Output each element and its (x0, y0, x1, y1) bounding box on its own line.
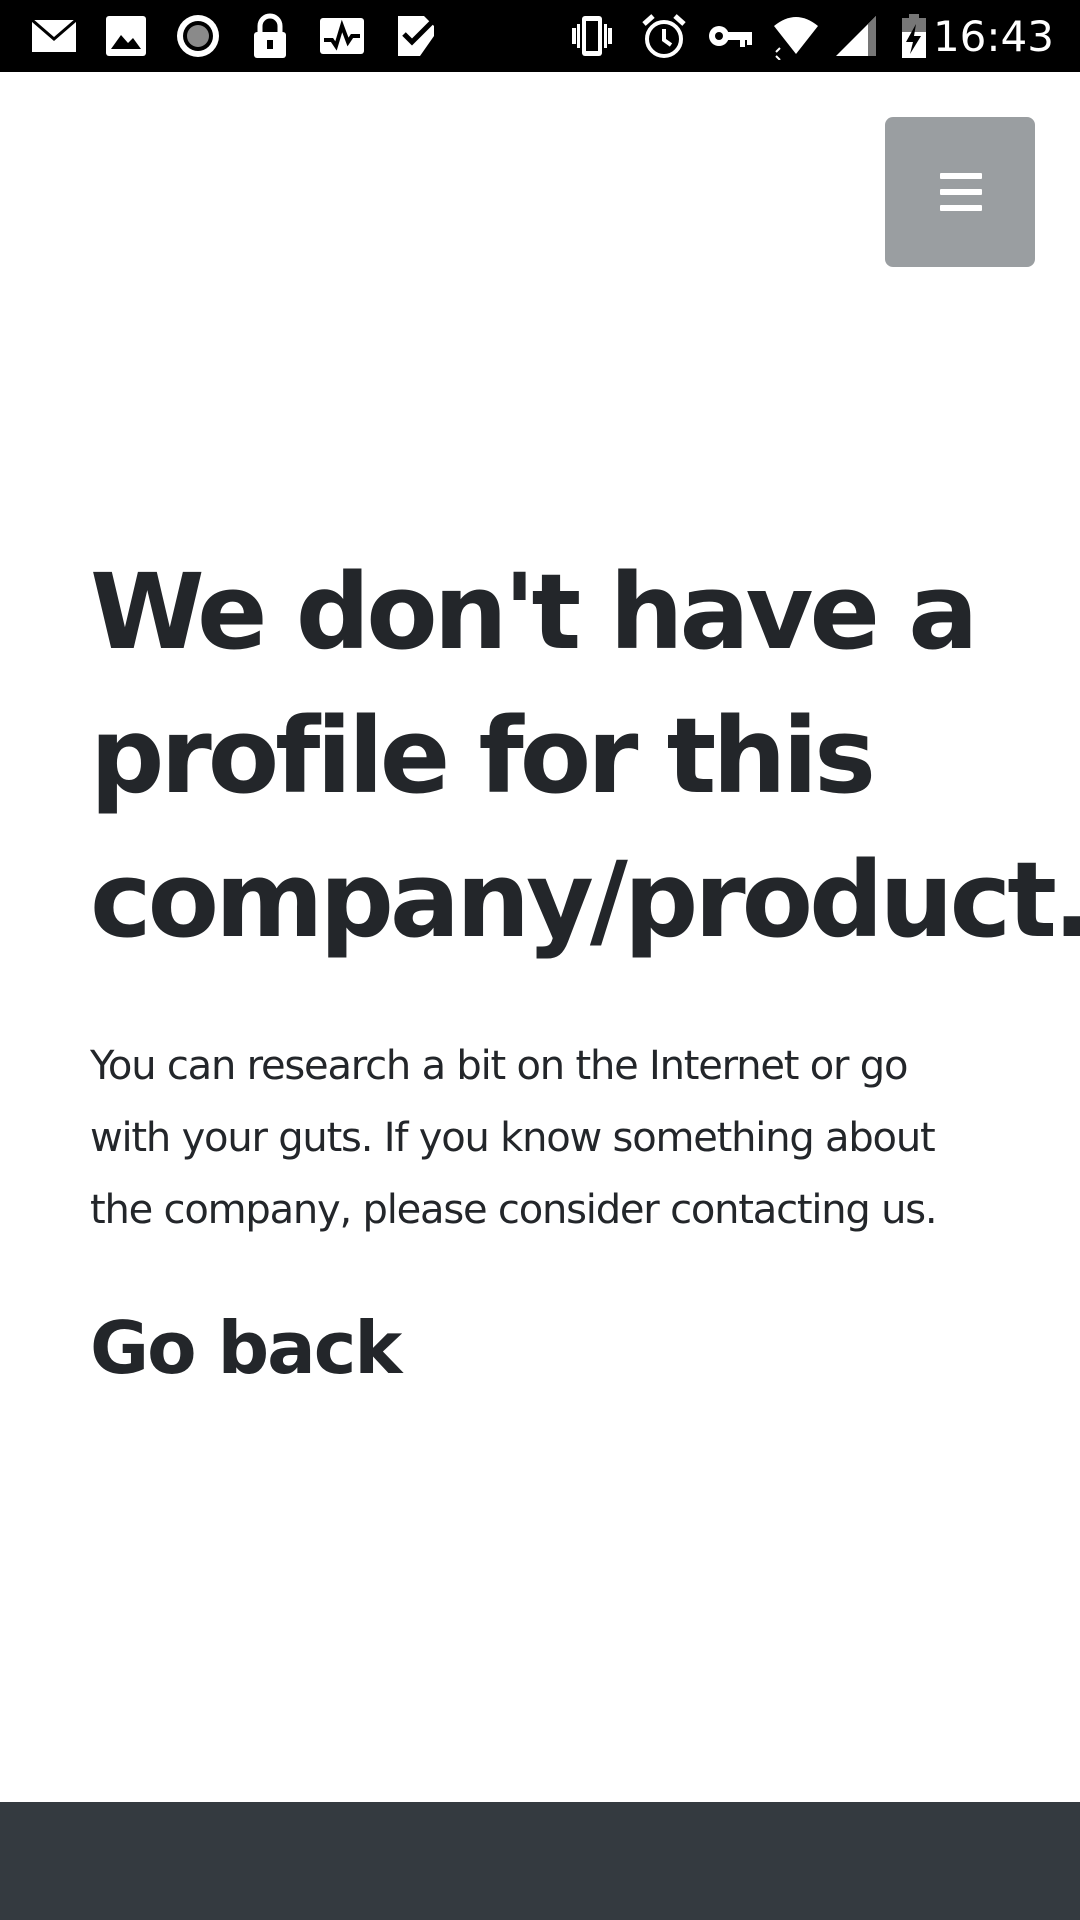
menu-button[interactable] (885, 117, 1035, 267)
wifi-icon (774, 17, 818, 60)
status-time: 16:43 (932, 12, 1054, 61)
pulse-icon (320, 18, 364, 54)
checklist-icon (398, 16, 434, 56)
battery-charging-icon (902, 14, 926, 58)
page-title-line: profile for this (90, 695, 876, 817)
mail-icon (31, 18, 77, 52)
lock-icon (254, 13, 286, 58)
alarm-icon (642, 14, 686, 58)
image-icon (106, 16, 146, 56)
vibrate-icon (572, 16, 612, 56)
record-icon (177, 15, 219, 57)
description-text: You can research a bit on the Internet o… (90, 1030, 1020, 1246)
description-line: You can research a bit on the Internet o… (90, 1043, 908, 1089)
page-title: We don't have a profile for this company… (90, 540, 1080, 972)
page-title-line: company/product. (90, 839, 1080, 961)
go-back-link[interactable]: Go back (90, 1298, 402, 1398)
description-line: the company, please consider contacting … (90, 1187, 938, 1233)
footer (0, 1802, 1080, 1920)
status-bar: 16:43 (0, 0, 1080, 72)
vpn-key-icon (709, 26, 752, 47)
description-line: with your guts. If you know something ab… (90, 1115, 936, 1161)
page-title-line: We don't have a (90, 551, 978, 673)
signal-icon (836, 16, 876, 56)
